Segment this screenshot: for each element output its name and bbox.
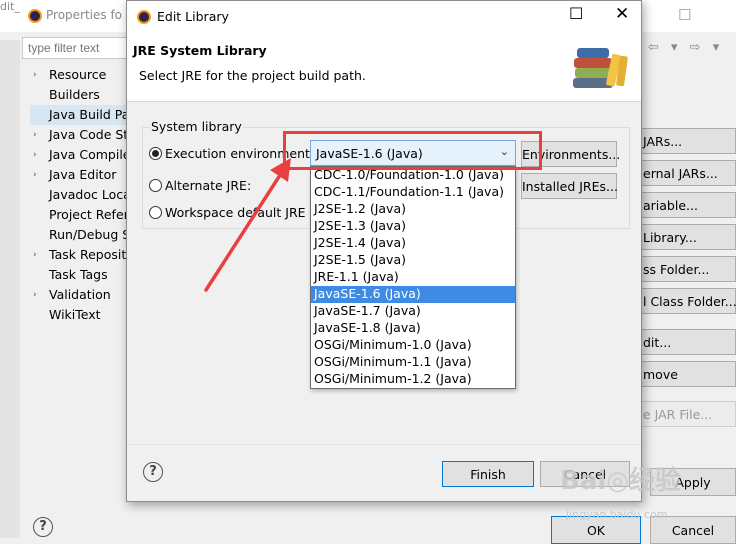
dropdown-option[interactable]: OSGi/Minimum-1.0 (Java) [311,337,515,354]
build-path-button[interactable]: ariable... [636,192,736,218]
dropdown-option[interactable]: JRE-1.1 (Java) [311,269,515,286]
installed-jres-label: Installed JREs... [522,179,618,194]
build-path-button[interactable]: move [636,361,736,387]
build-path-button[interactable]: JARs... [636,128,736,154]
baidu-watermark: Bai◎经验 [560,466,681,496]
chevron-right-icon[interactable]: › [33,285,37,305]
eclipse-icon [28,9,42,23]
build-path-button[interactable]: ss Folder... [636,256,736,282]
build-path-button-label: Library... [643,230,697,245]
build-path-button-label: dit... [643,335,672,350]
tree-item-label: Run/Debug S [49,227,131,242]
tree-item-label: Task Tags [49,267,108,282]
dropdown-option[interactable]: J2SE-1.3 (Java) [311,218,515,235]
chevron-right-icon[interactable]: › [33,125,37,145]
help-icon[interactable]: ? [33,517,53,537]
build-path-button-label: JARs... [643,134,683,149]
radio-checked-icon [149,147,162,160]
chevron-right-icon[interactable]: › [33,145,37,165]
radio-unchecked-icon [149,179,162,192]
tree-item-label: Validation [49,287,111,302]
ok-label: OK [586,523,606,538]
tree-item-label: Project Refer [49,207,129,222]
filter-input[interactable] [22,37,132,59]
build-path-button[interactable]: dit... [636,329,736,355]
tree-item[interactable]: Task Tags [30,265,140,285]
tree-item[interactable]: › Resource [30,65,140,85]
nav-arrows[interactable]: ⇦ ▾ ⇨ ▾ [648,40,723,55]
maximize-button[interactable]: ☐ [678,6,691,24]
dropdown-option[interactable]: JavaSE-1.8 (Java) [311,320,515,337]
tree-item-label: Java Build Pa [49,107,130,122]
tree-item-label: WikiText [49,307,101,322]
highlight-box [283,131,542,170]
tree-item[interactable]: Javadoc Loca [30,185,140,205]
bg-cancel-label: Cancel [671,523,715,538]
build-path-button-label: ariable... [643,198,698,213]
dialog-titlebar: Edit Library ☐ ✕ [127,1,641,32]
properties-tree: › Resource Builders Java Build Pa › Java Code… [30,65,140,325]
dropdown-option[interactable]: J2SE-1.5 (Java) [311,252,515,269]
tree-item-label: Java Editor [49,167,117,182]
tree-item[interactable]: Java Build Pa [30,105,140,125]
dropdown-option[interactable]: J2SE-1.2 (Java) [311,201,515,218]
dropdown-option[interactable]: JavaSE-1.7 (Java) [311,303,515,320]
dialog-title: Edit Library [157,9,229,24]
chevron-right-icon[interactable]: › [33,165,37,185]
tree-item-label: Javadoc Loca [49,187,131,202]
dropdown-option[interactable]: CDC-1.1/Foundation-1.1 (Java) [311,184,515,201]
tree-item-label: Resource [49,67,107,82]
tree-item[interactable]: › Java Editor [30,165,140,185]
tree-item[interactable]: › Java Compile [30,145,140,165]
banner-title: JRE System Library [133,43,267,58]
tree-item[interactable]: Run/Debug S [30,225,140,245]
build-path-button-label: ernal JARs... [643,166,718,181]
banner-subtitle: Select JRE for the project build path. [139,68,366,83]
dialog-banner: JRE System Library Select JRE for the pr… [127,32,641,102]
finish-button[interactable]: Finish [442,461,534,487]
library-books-icon [573,48,628,88]
dropdown-option[interactable]: OSGi/Minimum-1.2 (Java) [311,371,515,388]
tree-item-label: Java Compile [49,147,131,162]
build-path-button[interactable]: ernal JARs... [636,160,736,186]
help-icon[interactable]: ? [143,462,163,482]
finish-label: Finish [470,467,506,482]
partial-title-prefix: dit_ [0,0,20,13]
properties-title: Properties fo [46,8,123,22]
tree-item-label: Java Code St [49,127,129,142]
tree-item[interactable]: › Validation [30,285,140,305]
tree-item[interactable]: › Java Code St [30,125,140,145]
dropdown-option[interactable]: J2SE-1.4 (Java) [311,235,515,252]
chevron-right-icon[interactable]: › [33,245,37,265]
environment-dropdown-list: CDC-1.0/Foundation-1.0 (Java) CDC-1.1/Fou… [310,166,516,389]
footer-separator [127,444,641,445]
radio-unchecked-icon [149,206,162,219]
installed-jres-button[interactable]: Installed JREs... [521,173,618,199]
tree-item[interactable]: WikiText [30,305,140,325]
eclipse-icon [137,10,151,24]
dropdown-option[interactable]: JavaSE-1.6 (Java) [311,286,515,303]
build-path-button-label: l Class Folder... [643,294,736,309]
build-path-button-label: ss Folder... [643,262,710,277]
tree-item[interactable]: › Task Reposit [30,245,140,265]
chevron-right-icon[interactable]: › [33,65,37,85]
left-panel-strip [0,40,20,538]
build-path-button[interactable]: Library... [636,224,736,250]
tree-item[interactable]: Project Refer [30,205,140,225]
build-path-button[interactable]: e JAR File... [636,401,736,427]
group-label: System library [150,119,243,134]
minimize-button[interactable]: ☐ [569,4,583,23]
close-button[interactable]: ✕ [615,4,629,24]
build-path-button[interactable]: l Class Folder... [636,288,736,314]
build-path-button-label: e JAR File... [643,407,713,422]
red-arrow-annotation [204,158,291,292]
tree-item-label: Task Reposit [49,247,127,262]
tree-item[interactable]: Builders [30,85,140,105]
dropdown-option[interactable]: OSGi/Minimum-1.1 (Java) [311,354,515,371]
baidu-watermark-url: jingyan.baidu.com [566,508,668,521]
build-path-button-label: move [643,367,678,382]
tree-item-label: Builders [49,87,100,102]
